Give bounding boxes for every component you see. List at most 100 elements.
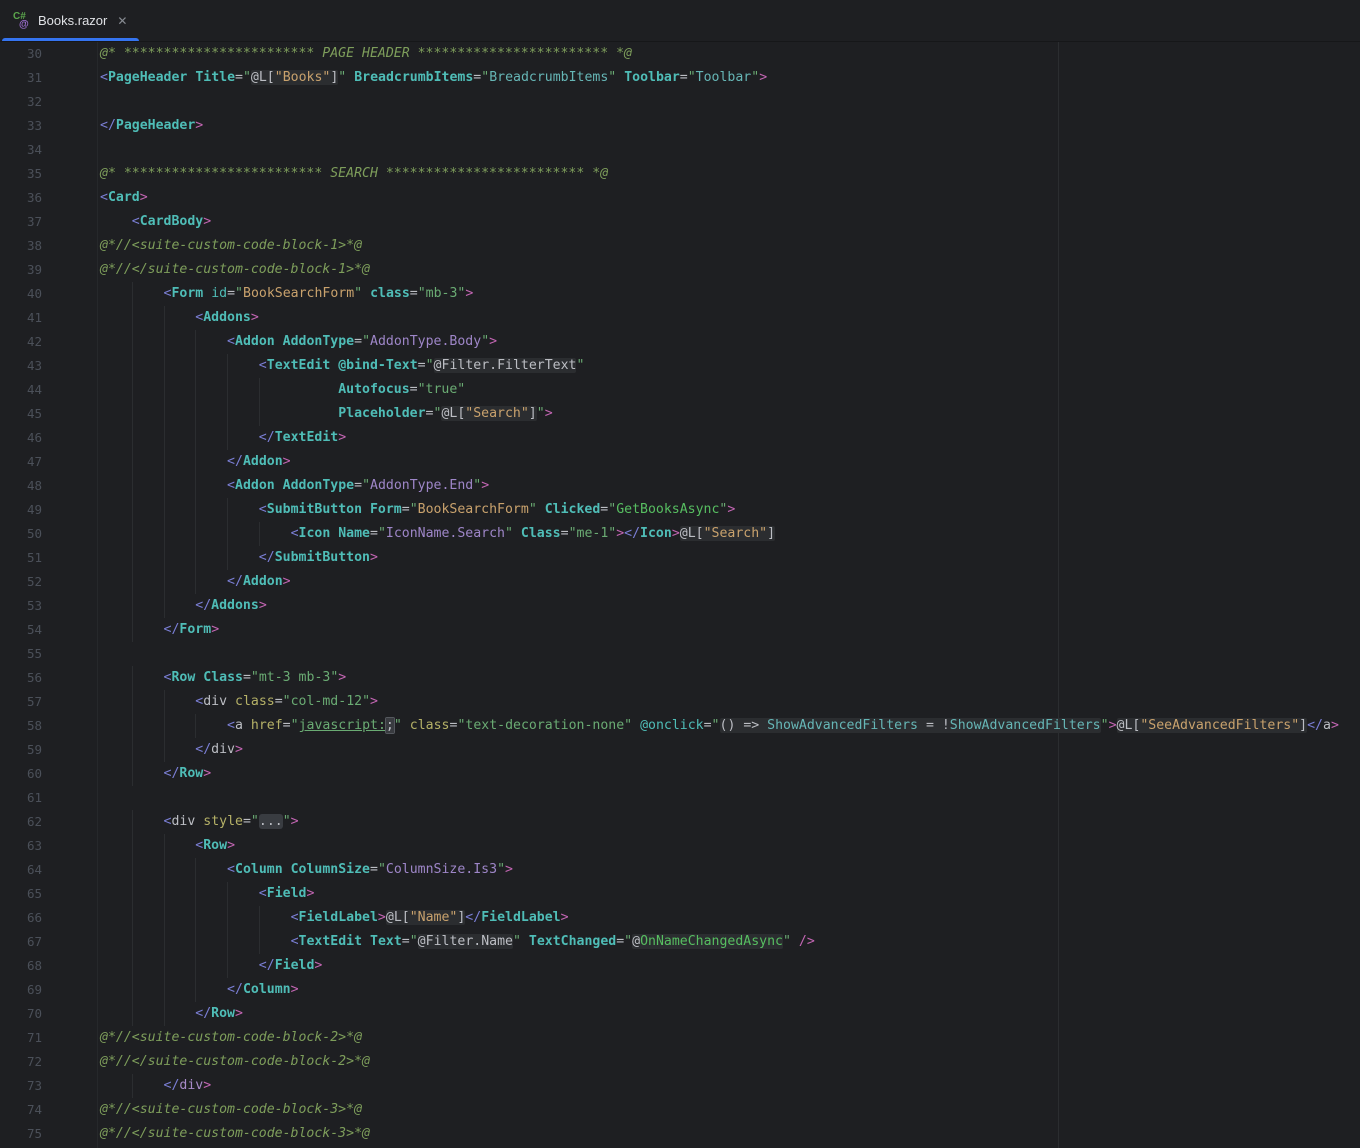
line-number[interactable]: 64 [0,858,42,882]
line-number[interactable]: 37 [0,210,42,234]
code-line[interactable]: 71 @*//<suite-custom-code-block-2>*@ [0,1026,1360,1050]
code-editor[interactable]: 30 @* ************************ PAGE HEADE… [0,42,1360,1148]
line-number[interactable]: 53 [0,594,42,618]
code-line[interactable]: 60 </Row> [0,762,1360,786]
line-number[interactable]: 58 [0,714,42,738]
code-line[interactable]: 67 <TextEdit Text="@Filter.Name" TextCha… [0,930,1360,954]
line-number[interactable]: 32 [0,90,42,114]
code-line[interactable]: 39 @*//</suite-custom-code-block-1>*@ [0,258,1360,282]
line-number[interactable]: 44 [0,378,42,402]
line-number[interactable]: 61 [0,786,42,810]
line-number[interactable]: 72 [0,1050,42,1074]
code-token: = [616,934,625,949]
line-number[interactable]: 59 [0,738,42,762]
line-number[interactable]: 39 [0,258,42,282]
code-line[interactable]: 40 <Form id="BookSearchForm" class="mb-3… [0,282,1360,306]
line-number[interactable]: 73 [0,1074,42,1098]
code-line[interactable]: 33 </PageHeader> [0,114,1360,138]
code-line[interactable]: 34 [0,138,1360,162]
line-number[interactable]: 43 [0,354,42,378]
code-line[interactable]: 72 @*//</suite-custom-code-block-2>*@ [0,1050,1360,1074]
line-number[interactable]: 38 [0,234,42,258]
code-line[interactable]: 45 Placeholder="@L["Search"]"> [0,402,1360,426]
line-number[interactable]: 36 [0,186,42,210]
code-line[interactable]: 36 <Card> [0,186,1360,210]
line-number[interactable]: 66 [0,906,42,930]
code-line[interactable]: 49 <SubmitButton Form="BookSearchForm" C… [0,498,1360,522]
code-line[interactable]: 74 @*//<suite-custom-code-block-3>*@ [0,1098,1360,1122]
code-line[interactable]: 30 @* ************************ PAGE HEADE… [0,42,1360,66]
code-line[interactable]: 58 <a href="javascript:;" class="text-de… [0,714,1360,738]
code-line[interactable]: 55 [0,642,1360,666]
line-number[interactable]: 54 [0,618,42,642]
line-number[interactable]: 50 [0,522,42,546]
code-line[interactable]: 37 <CardBody> [0,210,1360,234]
code-line[interactable]: 73 </div> [0,1074,1360,1098]
line-number[interactable]: 40 [0,282,42,306]
code-line[interactable]: 38 @*//<suite-custom-code-block-1>*@ [0,234,1360,258]
line-number[interactable]: 65 [0,882,42,906]
code-line[interactable]: 66 <FieldLabel>@L["Name"]</FieldLabel> [0,906,1360,930]
line-number[interactable]: 63 [0,834,42,858]
line-number[interactable]: 47 [0,450,42,474]
line-number[interactable]: 49 [0,498,42,522]
line-number[interactable]: 74 [0,1098,42,1122]
code-line[interactable]: 69 </Column> [0,978,1360,1002]
code-line[interactable]: 41 <Addons> [0,306,1360,330]
code-line[interactable]: 31 <PageHeader Title="@L["Books"]" Breadc… [0,66,1360,90]
code-line[interactable]: 75 @*//</suite-custom-code-block-3>*@ [0,1122,1360,1146]
code-line[interactable]: 59 </div> [0,738,1360,762]
line-number[interactable]: 71 [0,1026,42,1050]
code-token: " [481,70,490,85]
code-line[interactable]: 44 Autofocus="true" [0,378,1360,402]
folded-code-placeholder[interactable]: ... [258,814,283,829]
line-number[interactable]: 35 [0,162,42,186]
code-line[interactable]: 52 </Addon> [0,570,1360,594]
code-line[interactable]: 61 [0,786,1360,810]
line-number[interactable]: 60 [0,762,42,786]
code-line[interactable]: 54 </Form> [0,618,1360,642]
code-line[interactable]: 53 </Addons> [0,594,1360,618]
code-line[interactable]: 68 </Field> [0,954,1360,978]
code-text: <Row> [100,834,235,858]
line-number[interactable]: 51 [0,546,42,570]
line-number[interactable]: 62 [0,810,42,834]
code-line[interactable]: 32 [0,90,1360,114]
line-number[interactable]: 70 [0,1002,42,1026]
code-line[interactable]: 70 </Row> [0,1002,1360,1026]
code-line[interactable]: 56 <Row Class="mt-3 mb-3"> [0,666,1360,690]
line-number[interactable]: 55 [0,642,42,666]
line-number[interactable]: 46 [0,426,42,450]
code-line[interactable]: 46 </TextEdit> [0,426,1360,450]
line-number[interactable]: 45 [0,402,42,426]
line-number[interactable]: 34 [0,138,42,162]
code-line[interactable]: 43 <TextEdit @bind-Text="@Filter.FilterT… [0,354,1360,378]
code-line[interactable]: 48 <Addon AddonType="AddonType.End"> [0,474,1360,498]
line-number[interactable]: 48 [0,474,42,498]
code-line[interactable]: 57 <div class="col-md-12"> [0,690,1360,714]
tab-books-razor[interactable]: C# @ Books.razor ✕ [0,0,141,41]
close-tab-icon[interactable]: ✕ [117,15,127,27]
code-line[interactable]: 42 <Addon AddonType="AddonType.Body"> [0,330,1360,354]
line-number[interactable]: 69 [0,978,42,1002]
line-number[interactable]: 33 [0,114,42,138]
line-number[interactable]: 67 [0,930,42,954]
line-number[interactable]: 30 [0,42,42,66]
line-number[interactable]: 57 [0,690,42,714]
code-line[interactable]: 47 </Addon> [0,450,1360,474]
line-number[interactable]: 31 [0,66,42,90]
code-line[interactable]: 65 <Field> [0,882,1360,906]
line-number[interactable]: 68 [0,954,42,978]
code-line[interactable]: 63 <Row> [0,834,1360,858]
code-line[interactable]: 62 <div style="..."> [0,810,1360,834]
line-number[interactable]: 75 [0,1122,42,1146]
line-number[interactable]: 41 [0,306,42,330]
code-line[interactable]: 50 <Icon Name="IconName.Search" Class="m… [0,522,1360,546]
code-text: </Addon> [100,450,291,474]
line-number[interactable]: 52 [0,570,42,594]
code-line[interactable]: 64 <Column ColumnSize="ColumnSize.Is3"> [0,858,1360,882]
line-number[interactable]: 56 [0,666,42,690]
code-line[interactable]: 35 @* ************************* SEARCH **… [0,162,1360,186]
line-number[interactable]: 42 [0,330,42,354]
code-line[interactable]: 51 </SubmitButton> [0,546,1360,570]
